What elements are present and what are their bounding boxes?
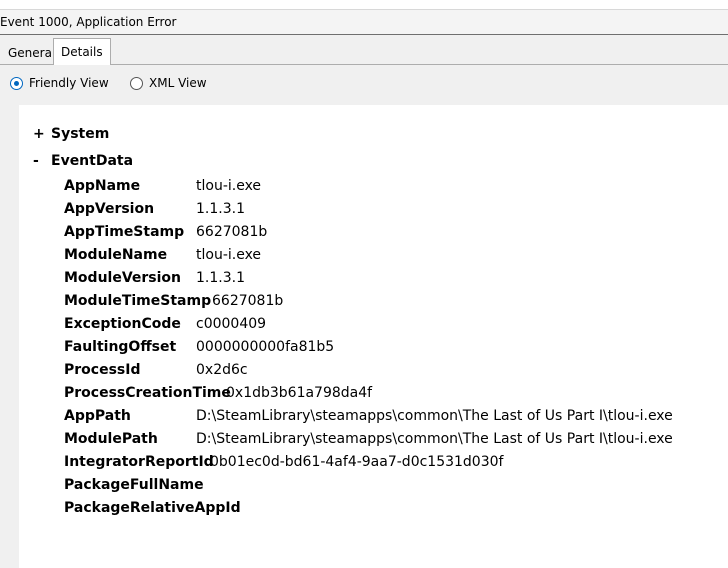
content-gutter [0,105,19,568]
detail-key: ExceptionCode [64,316,181,332]
detail-key: ProcessId [64,362,141,378]
detail-value: 0b01ec0d-bd61-4af4-9aa7-d0c1531d030f [210,454,504,470]
tab-bar: General Details [0,35,728,65]
tree-node-eventdata[interactable]: - EventData [33,153,133,169]
dialog-title: Event 1000, Application Error [0,15,177,29]
detail-key: ModuleName [64,247,168,263]
dialog-title-bar: Event 1000, Application Error [0,10,728,35]
detail-value: 6627081b [196,224,268,240]
xml-view-label: XML View [149,76,207,90]
detail-value: 6627081b [212,293,284,309]
tree-node-system[interactable]: + System [33,126,109,142]
tree-node-label: EventData [51,153,134,169]
detail-key: PackageRelativeAppId [64,500,241,516]
friendly-view-label: Friendly View [29,76,109,90]
detail-value: 0000000000fa81b5 [196,339,335,355]
detail-key: AppPath [64,408,131,424]
expand-icon[interactable]: + [33,126,51,142]
radio-unchecked-icon [130,77,143,90]
detail-value: tlou-i.exe [196,178,262,194]
detail-key: AppVersion [64,201,155,217]
view-options: Friendly View XML View [0,65,728,105]
detail-key: ModuleTimeStamp [64,293,212,309]
radio-checked-icon [10,77,23,90]
detail-value: 0x2d6c [196,362,248,378]
detail-key: AppTimeStamp [64,224,185,240]
detail-key: ProcessCreationTime [64,385,231,401]
detail-key: PackageFullName [64,477,204,493]
detail-value: 1.1.3.1 [196,201,245,217]
previous-event-row-fragment [0,0,728,10]
detail-value: D:\SteamLibrary\steamapps\common\The Las… [196,408,673,424]
detail-key: ModuleVersion [64,270,182,286]
detail-key: IntegratorReportId [64,454,214,470]
detail-key: AppName [64,178,141,194]
detail-value: tlou-i.exe [196,247,262,263]
tab-details[interactable]: Details [53,38,111,65]
detail-value: D:\SteamLibrary\steamapps\common\The Las… [196,431,673,447]
detail-key: ModulePath [64,431,158,447]
detail-value: c0000409 [196,316,267,332]
tree-node-label: System [51,126,110,142]
detail-value: 1.1.3.1 [196,270,245,286]
detail-value: 0x1db3b61a798da4f [226,385,373,401]
details-pane [19,105,728,568]
collapse-icon[interactable]: - [33,153,51,169]
detail-key: FaultingOffset [64,339,177,355]
